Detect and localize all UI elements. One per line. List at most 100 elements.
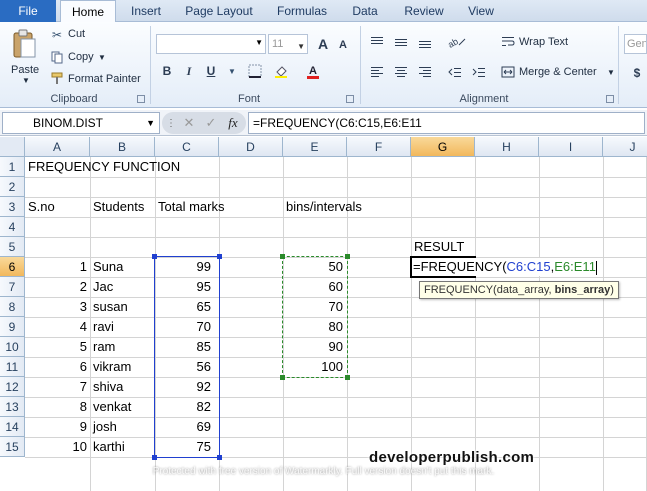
student-name-cell[interactable]: Suna: [90, 257, 155, 277]
sno-cell[interactable]: 9: [25, 417, 90, 437]
sno-cell[interactable]: 1: [25, 257, 90, 277]
cut-button[interactable]: Cut: [68, 28, 85, 40]
wrap-text-button[interactable]: Wrap Text: [519, 36, 568, 48]
function-tooltip[interactable]: FREQUENCY(data_array, bins_array): [419, 281, 619, 299]
font-color-icon[interactable]: A: [304, 62, 322, 80]
fill-color-icon[interactable]: [272, 62, 290, 80]
column-header-c[interactable]: C: [155, 137, 219, 157]
column-header-j[interactable]: J: [603, 137, 647, 157]
row-header-12[interactable]: 12: [0, 377, 25, 397]
tab-review[interactable]: Review: [396, 0, 452, 22]
column-header-i[interactable]: I: [539, 137, 603, 157]
sno-cell[interactable]: 6: [25, 357, 90, 377]
column-header-a[interactable]: A: [25, 137, 90, 157]
insert-function-icon[interactable]: fx: [224, 115, 242, 131]
row-header-14[interactable]: 14: [0, 417, 25, 437]
student-name-cell[interactable]: vikram: [90, 357, 155, 377]
row-header-11[interactable]: 11: [0, 357, 25, 377]
confirm-entry-icon[interactable]: ✓: [202, 115, 220, 131]
header-bins-intervals[interactable]: bins/intervals: [283, 197, 403, 217]
row-header-10[interactable]: 10: [0, 337, 25, 357]
copy-button[interactable]: Copy: [68, 51, 94, 63]
sno-cell[interactable]: 4: [25, 317, 90, 337]
range-handle[interactable]: [280, 375, 285, 380]
student-name-cell[interactable]: josh: [90, 417, 155, 437]
align-center-icon[interactable]: [392, 64, 410, 80]
cancel-entry-icon[interactable]: ✕: [180, 115, 198, 131]
increase-indent-icon[interactable]: [470, 64, 488, 80]
merge-center-button[interactable]: Merge & Center: [519, 66, 597, 78]
decrease-indent-icon[interactable]: [446, 64, 464, 80]
row-header-1[interactable]: 1: [0, 157, 25, 177]
grow-font-button[interactable]: A: [314, 35, 332, 53]
row-header-4[interactable]: 4: [0, 217, 25, 237]
column-header-h[interactable]: H: [475, 137, 539, 157]
student-name-cell[interactable]: shiva: [90, 377, 155, 397]
formula-input[interactable]: =FREQUENCY(C6:C15,E6:E11: [248, 112, 645, 134]
sno-cell[interactable]: 10: [25, 437, 90, 457]
paste-dropdown-icon[interactable]: ▼: [22, 76, 30, 85]
header-sno[interactable]: S.no: [25, 197, 90, 217]
align-left-icon[interactable]: [368, 64, 386, 80]
sno-cell[interactable]: 5: [25, 337, 90, 357]
paste-icon[interactable]: [10, 28, 38, 60]
alignment-dialog-launcher-icon[interactable]: [606, 95, 614, 103]
column-header-e[interactable]: E: [283, 137, 347, 157]
format-painter-button[interactable]: Format Painter: [68, 73, 141, 85]
sno-cell[interactable]: 2: [25, 277, 90, 297]
student-name-cell[interactable]: ravi: [90, 317, 155, 337]
select-all-corner[interactable]: [0, 137, 25, 157]
row-header-7[interactable]: 7: [0, 277, 25, 297]
range-handle[interactable]: [345, 375, 350, 380]
range-handle[interactable]: [217, 254, 222, 259]
font-size-dropdown[interactable]: 11 ▼: [268, 34, 308, 54]
cut-icon[interactable]: ✂: [50, 28, 64, 42]
student-name-cell[interactable]: susan: [90, 297, 155, 317]
paste-button[interactable]: Paste: [11, 64, 39, 76]
name-box-chevron-down-icon[interactable]: ▼: [146, 113, 155, 133]
tab-home[interactable]: Home: [60, 0, 116, 23]
student-name-cell[interactable]: venkat: [90, 397, 155, 417]
column-header-d[interactable]: D: [219, 137, 283, 157]
tab-data[interactable]: Data: [340, 0, 390, 22]
row-header-2[interactable]: 2: [0, 177, 25, 197]
header-total-marks[interactable]: Total marks: [155, 197, 245, 217]
merge-dropdown-icon[interactable]: ▼: [607, 68, 615, 77]
copy-icon[interactable]: [50, 50, 64, 64]
column-header-f[interactable]: F: [347, 137, 411, 157]
row-header-15[interactable]: 15: [0, 437, 25, 457]
align-right-icon[interactable]: [416, 64, 434, 80]
range-handle[interactable]: [217, 455, 222, 460]
row-header-13[interactable]: 13: [0, 397, 25, 417]
merge-center-icon[interactable]: [500, 64, 516, 80]
shrink-font-button[interactable]: A: [334, 36, 352, 54]
student-name-cell[interactable]: Jac: [90, 277, 155, 297]
tab-file[interactable]: File: [0, 0, 56, 22]
clipboard-dialog-launcher-icon[interactable]: [137, 95, 145, 103]
active-cell-editor[interactable]: =FREQUENCY(C6:C15,E6:E11: [410, 256, 599, 278]
tab-formulas[interactable]: Formulas: [268, 0, 336, 22]
underline-button[interactable]: U: [202, 62, 220, 80]
column-header-b[interactable]: B: [90, 137, 155, 157]
font-name-dropdown[interactable]: ▼: [156, 34, 266, 54]
student-name-cell[interactable]: ram: [90, 337, 155, 357]
borders-icon[interactable]: [246, 62, 264, 80]
copy-dropdown-icon[interactable]: ▼: [98, 53, 106, 62]
row-header-9[interactable]: 9: [0, 317, 25, 337]
range-handle[interactable]: [280, 254, 285, 259]
sno-cell[interactable]: 3: [25, 297, 90, 317]
align-bottom-icon[interactable]: [416, 34, 434, 50]
formula-bar-drag-icon[interactable]: ⋮: [166, 115, 176, 131]
underline-dropdown-icon[interactable]: ▼: [226, 62, 238, 80]
header-students[interactable]: Students: [90, 197, 155, 217]
range-handle[interactable]: [152, 254, 157, 259]
font-dialog-launcher-icon[interactable]: [346, 95, 354, 103]
format-painter-icon[interactable]: [50, 71, 64, 85]
bold-button[interactable]: B: [158, 62, 176, 80]
currency-button[interactable]: $: [628, 64, 646, 82]
tab-page-layout[interactable]: Page Layout: [178, 0, 260, 22]
column-header-g[interactable]: G: [411, 137, 475, 157]
sno-cell[interactable]: 7: [25, 377, 90, 397]
row-header-6[interactable]: 6: [0, 257, 25, 277]
align-top-icon[interactable]: [368, 34, 386, 50]
